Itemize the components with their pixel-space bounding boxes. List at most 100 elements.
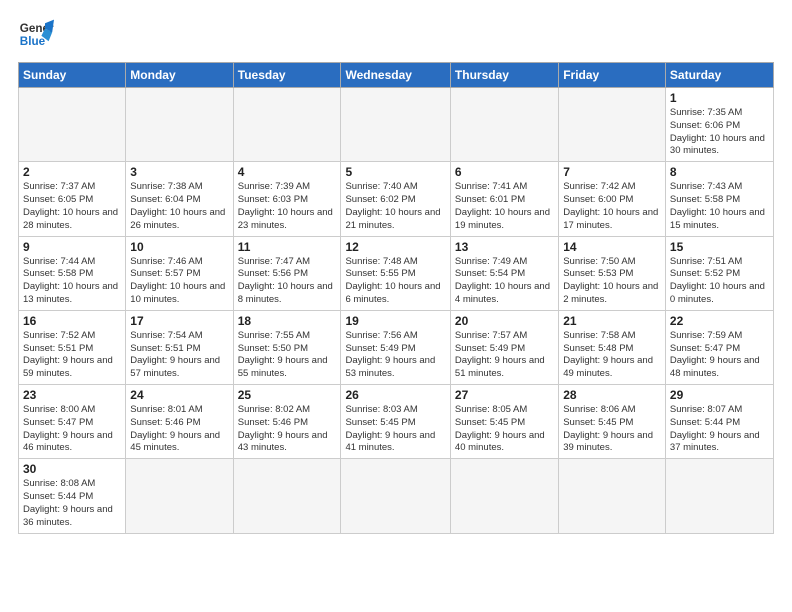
calendar-table: SundayMondayTuesdayWednesdayThursdayFrid… [18, 62, 774, 534]
day-info: Sunrise: 7:55 AM Sunset: 5:50 PM Dayligh… [238, 330, 337, 381]
day-number: 4 [238, 165, 337, 179]
day-info: Sunrise: 7:35 AM Sunset: 6:06 PM Dayligh… [670, 107, 769, 158]
day-number: 12 [345, 240, 445, 254]
calendar-cell-2-3: 12Sunrise: 7:48 AM Sunset: 5:55 PM Dayli… [341, 236, 450, 310]
day-info: Sunrise: 7:56 AM Sunset: 5:49 PM Dayligh… [345, 330, 445, 381]
calendar-cell-4-5: 28 Sunrise: 8:06 AM Sunset: 5:45 PM Dayli… [559, 385, 666, 459]
calendar-cell-4-0: 23Sunrise: 8:00 AM Sunset: 5:47 PM Dayli… [19, 385, 126, 459]
day-number: 3 [130, 165, 228, 179]
calendar-cell-0-3 [341, 88, 450, 162]
calendar-cell-4-4: 27 Sunrise: 8:05 AM Sunset: 5:45 PM Dayli… [450, 385, 558, 459]
calendar-cell-4-2: 25Sunrise: 8:02 AM Sunset: 5:46 PM Dayli… [233, 385, 341, 459]
weekday-header-friday: Friday [559, 63, 666, 88]
calendar-cell-0-6: 1 Sunrise: 7:35 AM Sunset: 6:06 PM Daylig… [665, 88, 773, 162]
day-number: 7 [563, 165, 661, 179]
calendar-cell-3-4: 20Sunrise: 7:57 AM Sunset: 5:49 PM Dayli… [450, 310, 558, 384]
day-info: Sunrise: 7:37 AM Sunset: 6:05 PM Dayligh… [23, 181, 121, 232]
calendar-cell-1-1: 3 Sunrise: 7:38 AM Sunset: 6:04 PM Daylig… [126, 162, 233, 236]
calendar-cell-0-5 [559, 88, 666, 162]
week-row-1: 2 Sunrise: 7:37 AM Sunset: 6:05 PM Daylig… [19, 162, 774, 236]
day-info: Sunrise: 7:54 AM Sunset: 5:51 PM Dayligh… [130, 330, 228, 381]
day-number: 1 [670, 91, 769, 105]
page: General Blue SundayMondayTuesdayWednesda… [0, 0, 792, 612]
calendar-cell-4-6: 29Sunrise: 8:07 AM Sunset: 5:44 PM Dayli… [665, 385, 773, 459]
calendar-cell-2-0: 9Sunrise: 7:44 AM Sunset: 5:58 PM Daylig… [19, 236, 126, 310]
calendar-cell-3-2: 18 Sunrise: 7:55 AM Sunset: 5:50 PM Dayli… [233, 310, 341, 384]
day-info: Sunrise: 7:47 AM Sunset: 5:56 PM Dayligh… [238, 256, 337, 307]
day-number: 8 [670, 165, 769, 179]
day-info: Sunrise: 7:39 AM Sunset: 6:03 PM Dayligh… [238, 181, 337, 232]
day-info: Sunrise: 8:02 AM Sunset: 5:46 PM Dayligh… [238, 404, 337, 455]
calendar-cell-2-6: 15Sunrise: 7:51 AM Sunset: 5:52 PM Dayli… [665, 236, 773, 310]
day-number: 5 [345, 165, 445, 179]
calendar-cell-0-4 [450, 88, 558, 162]
calendar-cell-2-5: 14 Sunrise: 7:50 AM Sunset: 5:53 PM Dayli… [559, 236, 666, 310]
day-number: 17 [130, 314, 228, 328]
logo: General Blue [18, 16, 54, 52]
generalblue-logo-icon: General Blue [18, 16, 54, 52]
day-info: Sunrise: 7:42 AM Sunset: 6:00 PM Dayligh… [563, 181, 661, 232]
calendar-cell-0-2 [233, 88, 341, 162]
week-row-5: 30Sunrise: 8:08 AM Sunset: 5:44 PM Dayli… [19, 459, 774, 533]
calendar-cell-2-1: 10Sunrise: 7:46 AM Sunset: 5:57 PM Dayli… [126, 236, 233, 310]
day-number: 11 [238, 240, 337, 254]
calendar-cell-5-0: 30Sunrise: 8:08 AM Sunset: 5:44 PM Dayli… [19, 459, 126, 533]
day-number: 14 [563, 240, 661, 254]
calendar-cell-0-1 [126, 88, 233, 162]
calendar-cell-3-3: 19Sunrise: 7:56 AM Sunset: 5:49 PM Dayli… [341, 310, 450, 384]
day-number: 21 [563, 314, 661, 328]
calendar-cell-4-3: 26Sunrise: 8:03 AM Sunset: 5:45 PM Dayli… [341, 385, 450, 459]
calendar-cell-2-2: 11 Sunrise: 7:47 AM Sunset: 5:56 PM Dayli… [233, 236, 341, 310]
day-number: 20 [455, 314, 554, 328]
day-number: 28 [563, 388, 661, 402]
calendar-cell-1-6: 8 Sunrise: 7:43 AM Sunset: 5:58 PM Daylig… [665, 162, 773, 236]
svg-text:Blue: Blue [20, 35, 46, 48]
day-number: 13 [455, 240, 554, 254]
day-info: Sunrise: 8:05 AM Sunset: 5:45 PM Dayligh… [455, 404, 554, 455]
week-row-4: 23Sunrise: 8:00 AM Sunset: 5:47 PM Dayli… [19, 385, 774, 459]
calendar-cell-3-6: 22Sunrise: 7:59 AM Sunset: 5:47 PM Dayli… [665, 310, 773, 384]
day-info: Sunrise: 7:51 AM Sunset: 5:52 PM Dayligh… [670, 256, 769, 307]
day-number: 29 [670, 388, 769, 402]
weekday-header-wednesday: Wednesday [341, 63, 450, 88]
day-info: Sunrise: 7:40 AM Sunset: 6:02 PM Dayligh… [345, 181, 445, 232]
day-number: 6 [455, 165, 554, 179]
calendar-cell-5-5 [559, 459, 666, 533]
day-info: Sunrise: 8:00 AM Sunset: 5:47 PM Dayligh… [23, 404, 121, 455]
day-number: 26 [345, 388, 445, 402]
day-number: 27 [455, 388, 554, 402]
day-info: Sunrise: 7:43 AM Sunset: 5:58 PM Dayligh… [670, 181, 769, 232]
week-row-3: 16 Sunrise: 7:52 AM Sunset: 5:51 PM Dayli… [19, 310, 774, 384]
day-number: 18 [238, 314, 337, 328]
day-number: 16 [23, 314, 121, 328]
day-info: Sunrise: 7:49 AM Sunset: 5:54 PM Dayligh… [455, 256, 554, 307]
day-info: Sunrise: 8:06 AM Sunset: 5:45 PM Dayligh… [563, 404, 661, 455]
weekday-header-monday: Monday [126, 63, 233, 88]
calendar-cell-3-0: 16 Sunrise: 7:52 AM Sunset: 5:51 PM Dayli… [19, 310, 126, 384]
day-number: 10 [130, 240, 228, 254]
day-info: Sunrise: 8:08 AM Sunset: 5:44 PM Dayligh… [23, 478, 121, 529]
week-row-2: 9Sunrise: 7:44 AM Sunset: 5:58 PM Daylig… [19, 236, 774, 310]
calendar-cell-5-6 [665, 459, 773, 533]
header: General Blue [18, 16, 774, 52]
calendar-cell-1-5: 7 Sunrise: 7:42 AM Sunset: 6:00 PM Daylig… [559, 162, 666, 236]
day-info: Sunrise: 8:01 AM Sunset: 5:46 PM Dayligh… [130, 404, 228, 455]
day-info: Sunrise: 7:52 AM Sunset: 5:51 PM Dayligh… [23, 330, 121, 381]
calendar-cell-3-5: 21Sunrise: 7:58 AM Sunset: 5:48 PM Dayli… [559, 310, 666, 384]
calendar-cell-1-4: 6Sunrise: 7:41 AM Sunset: 6:01 PM Daylig… [450, 162, 558, 236]
weekday-header-thursday: Thursday [450, 63, 558, 88]
day-number: 2 [23, 165, 121, 179]
day-info: Sunrise: 7:50 AM Sunset: 5:53 PM Dayligh… [563, 256, 661, 307]
day-info: Sunrise: 7:38 AM Sunset: 6:04 PM Dayligh… [130, 181, 228, 232]
day-number: 9 [23, 240, 121, 254]
calendar-cell-3-1: 17 Sunrise: 7:54 AM Sunset: 5:51 PM Dayli… [126, 310, 233, 384]
calendar-cell-5-2 [233, 459, 341, 533]
calendar-cell-5-3 [341, 459, 450, 533]
day-number: 24 [130, 388, 228, 402]
calendar-cell-0-0 [19, 88, 126, 162]
calendar-cell-4-1: 24 Sunrise: 8:01 AM Sunset: 5:46 PM Dayli… [126, 385, 233, 459]
calendar-cell-2-4: 13 Sunrise: 7:49 AM Sunset: 5:54 PM Dayli… [450, 236, 558, 310]
calendar-cell-1-0: 2 Sunrise: 7:37 AM Sunset: 6:05 PM Daylig… [19, 162, 126, 236]
week-row-0: 1 Sunrise: 7:35 AM Sunset: 6:06 PM Daylig… [19, 88, 774, 162]
day-number: 22 [670, 314, 769, 328]
